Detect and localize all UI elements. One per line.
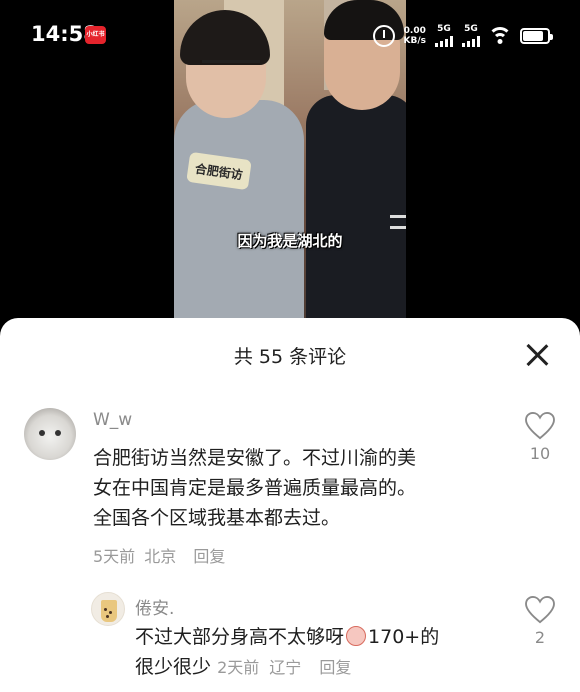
comment-text-part: 很少很少 [135,656,212,678]
app-notification-badge: 小红书 [85,26,106,44]
like-button[interactable]: 10 [520,412,560,463]
signal-2-label: 5G [464,24,478,34]
like-count: 2 [534,628,546,647]
person-left [174,100,304,330]
comment-text-line: 很少很少 2天前 辽宁 回复 [135,652,515,683]
network-speed-value: 0.00 [403,26,426,36]
signal-2: 5G [462,25,480,47]
avatar[interactable] [91,592,125,626]
signal-1-label: 5G [437,24,451,34]
comment-text-part: 不过大部分身高不太够呀 [135,626,345,648]
battery-level [523,31,544,41]
heart-icon [525,412,555,440]
video-subtitle: 因为我是湖北的 [237,232,343,250]
signal-1: 5G [435,25,453,47]
comments-sheet: 共 55 条评论 W_w 合肥街访当然是安徽了。不过川渝的美 女在中国肯定是最多… [0,318,580,692]
reply-button[interactable]: 回复 [319,658,351,677]
comment-text-part: 170+的 [368,626,440,648]
close-icon[interactable] [524,342,550,368]
comment-meta: 5天前 北京 回复 [93,543,225,567]
comment-text-line: 女在中国肯定是最多普遍质量最高的。 [93,477,417,499]
comment-text-line: 合肥街访当然是安徽了。不过川渝的美 [93,447,417,469]
comment-text-line: 全国各个区域我基本都去过。 [93,507,341,529]
battery-icon [520,28,553,44]
wifi-icon [489,27,511,45]
status-bar: 14:58 小红书 0.00 KB/s 5G 5G [0,0,580,70]
reply-button[interactable]: 回复 [193,547,225,566]
signal-bars-icon [435,36,453,47]
comment-username[interactable]: W_w [93,410,132,430]
emoji-icon [346,626,367,646]
comment-text: 合肥街访当然是安徽了。不过川渝的美 女在中国肯定是最多普遍质量最高的。 全国各个… [93,443,416,533]
like-count: 10 [529,444,551,463]
comment-time: 5天前 [93,547,136,566]
like-button[interactable]: 2 [520,596,560,647]
comment-time: 2天前 [217,658,260,677]
network-speed: 0.00 KB/s [404,26,426,46]
comment-text: 不过大部分身高不太够呀 170+的 很少很少 2天前 辽宁 回复 [135,622,515,683]
alarm-icon [372,25,395,47]
comment-username[interactable]: 倦安. [135,594,174,619]
comment-text-line: 不过大部分身高不太够呀 170+的 [135,622,515,652]
heart-icon [525,596,555,624]
status-icons: 0.00 KB/s 5G 5G [372,22,553,50]
avatar[interactable] [24,408,76,460]
comment-location: 北京 [144,547,177,566]
comment-location: 辽宁 [269,658,302,677]
network-speed-unit: KB/s [403,36,426,46]
comments-count-title: 共 55 条评论 [233,346,347,368]
signal-bars-icon [462,36,480,47]
person-right [306,95,406,330]
